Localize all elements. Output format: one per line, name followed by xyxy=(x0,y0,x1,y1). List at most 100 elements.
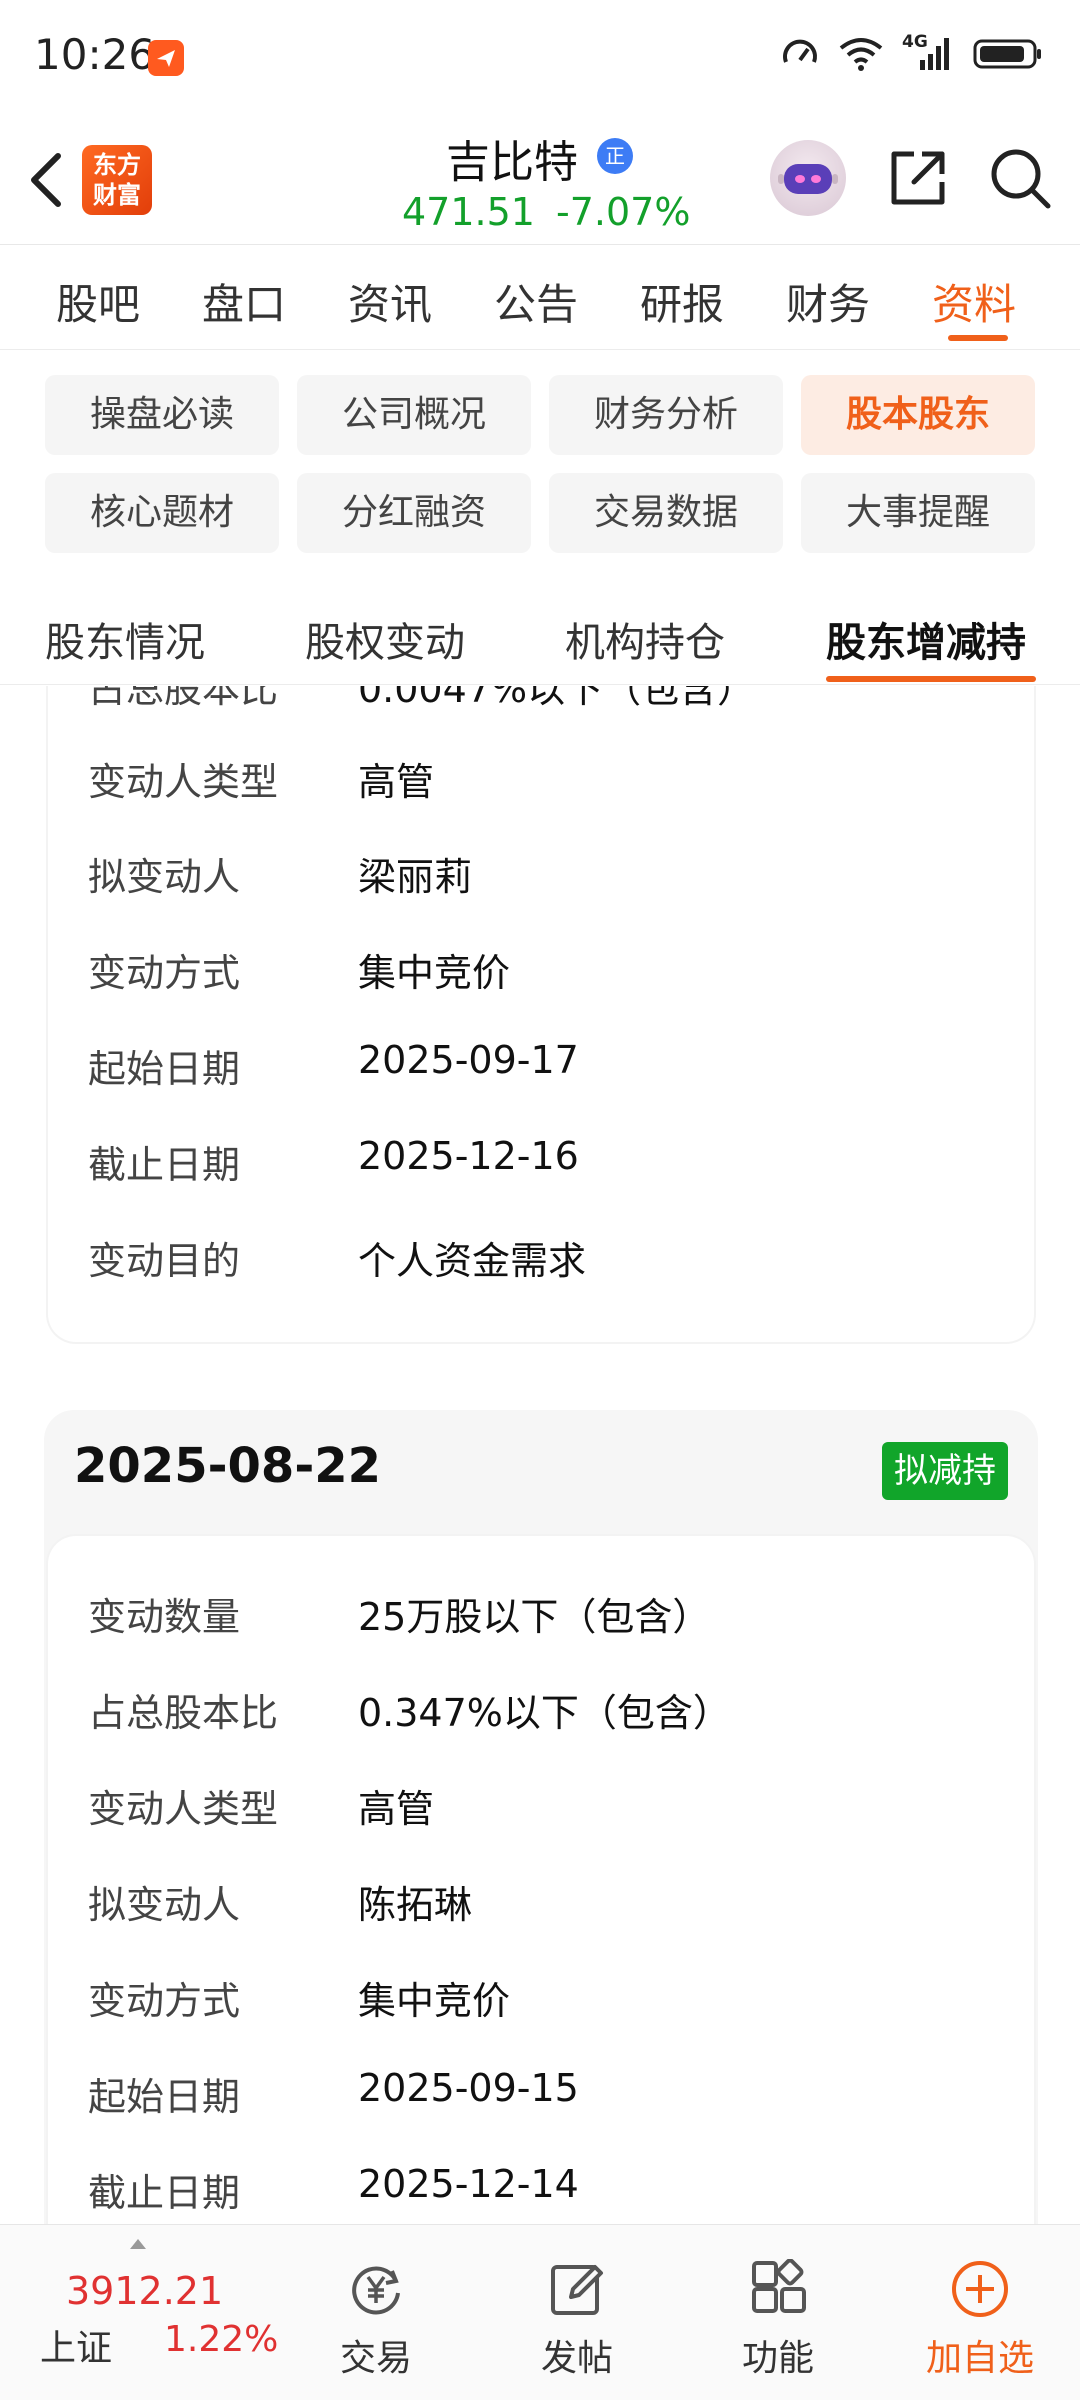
row-label: 变动人类型 xyxy=(88,760,279,804)
row-value: 陈拓琳 xyxy=(358,1883,473,1927)
tab-profile[interactable]: 资料 xyxy=(932,271,1016,332)
tab-finance[interactable]: 财务 xyxy=(786,271,870,332)
subtab-institutions[interactable]: 机构持仓 xyxy=(565,610,725,668)
app-logo: 东方 财富 xyxy=(82,145,152,215)
edit-icon xyxy=(551,2265,603,2315)
row-label: 变动目的 xyxy=(88,1239,241,1283)
content-scroll[interactable]: 占总股本比 0.0047%以下（包含） 变动人类型 高管 拟变动人 梁丽莉 变动… xyxy=(0,686,1080,2224)
sub-tabs: 股东情况 股权变动 机构持仓 股东增减持 xyxy=(0,590,1080,685)
yen-refresh-icon xyxy=(352,2266,400,2315)
up-arrow-icon xyxy=(130,2239,146,2249)
status-icons: 4G xyxy=(780,32,1044,74)
stock-change: -7.07% xyxy=(556,190,691,234)
subtab-active-indicator xyxy=(826,676,1036,682)
wifi-icon xyxy=(839,38,883,71)
logo-text-line: 财富 xyxy=(93,181,141,209)
record-date: 2025-08-22 xyxy=(74,1438,382,1494)
stock-name: 吉比特 xyxy=(446,137,578,188)
back-icon xyxy=(31,153,61,207)
plus-circle-icon xyxy=(952,2261,1008,2317)
share-button[interactable] xyxy=(886,146,950,210)
main-tabs: 股吧 盘口 资讯 公告 研报 财务 资料 xyxy=(0,245,1080,350)
back-button[interactable] xyxy=(20,148,76,212)
row-value: 2025-09-15 xyxy=(358,2066,579,2110)
functions-label: 功能 xyxy=(741,2338,814,2379)
battery-icon xyxy=(973,39,1041,69)
trade-label: 交易 xyxy=(339,2338,412,2379)
trade-button[interactable]: 交易 xyxy=(306,2225,446,2401)
record-row: 变动数量 25万股以下（包含） xyxy=(88,1586,988,1646)
grid-icon xyxy=(752,2259,806,2313)
post-label: 发帖 xyxy=(540,2338,613,2379)
index-change: 1.22% xyxy=(164,2319,279,2360)
tab-pankou[interactable]: 盘口 xyxy=(202,271,286,332)
chip-core-themes[interactable]: 核心题材 xyxy=(45,473,279,553)
chip-shareholders[interactable]: 股本股东 xyxy=(801,375,1035,455)
tab-news[interactable]: 资讯 xyxy=(348,271,432,332)
nav-header: 东方 财富 吉比特 正 471.51 -7.07% xyxy=(0,110,1080,245)
record-card: 占总股本比 0.0047%以下（包含） 变动人类型 高管 拟变动人 梁丽莉 变动… xyxy=(48,686,1034,1342)
subtab-holding-changes[interactable]: 股东增减持 xyxy=(826,610,1026,668)
chip-trading-guide[interactable]: 操盘必读 xyxy=(45,375,279,455)
subtab-shareholders[interactable]: 股东情况 xyxy=(45,610,205,668)
row-label: 变动方式 xyxy=(88,951,241,995)
logo-text-line: 东方 xyxy=(93,151,141,179)
row-value: 2025-12-14 xyxy=(358,2162,579,2206)
row-label: 变动人类型 xyxy=(88,1787,279,1831)
tab-announcements[interactable]: 公告 xyxy=(494,271,578,332)
record-row: 占总股本比 0.347%以下（包含） xyxy=(88,1682,988,1742)
record-tag: 拟减持 xyxy=(882,1442,1008,1500)
row-label: 拟变动人 xyxy=(88,1883,241,1927)
status-bar: 10:26 4G xyxy=(0,0,1080,110)
record-details: 变动数量 25万股以下（包含） 占总股本比 0.347%以下（包含） 变动人类型… xyxy=(48,1536,1034,2224)
row-value: 2025-12-16 xyxy=(358,1134,579,1178)
record-row: 变动人类型 高管 xyxy=(88,751,988,811)
share-icon xyxy=(891,151,945,205)
chip-financial-analysis[interactable]: 财务分析 xyxy=(549,375,783,455)
row-value: 25万股以下（包含） xyxy=(358,1595,711,1639)
row-label: 变动方式 xyxy=(88,1979,241,2023)
notification-app-icon xyxy=(148,40,184,76)
stock-badge: 正 xyxy=(597,138,633,174)
speed-icon xyxy=(783,39,817,63)
row-value: 梁丽莉 xyxy=(358,855,473,899)
row-value: 高管 xyxy=(358,760,435,804)
record-row: 变动方式 集中竞价 xyxy=(88,942,988,1002)
row-label: 占总股本比 xyxy=(88,686,279,711)
record-row: 截止日期 2025-12-14 xyxy=(88,2162,988,2222)
tab-active-indicator xyxy=(948,335,1008,341)
row-value: 0.347%以下（包含） xyxy=(358,1691,731,1735)
chip-events[interactable]: 大事提醒 xyxy=(801,473,1035,553)
row-value: 2025-09-17 xyxy=(358,1038,579,1082)
row-label: 截止日期 xyxy=(88,2171,241,2215)
subtab-equity-changes[interactable]: 股权变动 xyxy=(305,610,465,668)
search-button[interactable] xyxy=(988,146,1052,210)
record-row: 起始日期 2025-09-15 xyxy=(88,2066,988,2126)
row-label: 起始日期 xyxy=(88,2075,241,2119)
record-row: 起始日期 2025-09-17 xyxy=(88,1038,988,1098)
index-name: 上证 xyxy=(40,2328,113,2369)
record-row: 拟变动人 梁丽莉 xyxy=(88,846,988,906)
index-value: 3912.21 xyxy=(66,2269,224,2313)
post-button[interactable]: 发帖 xyxy=(507,2225,647,2401)
row-label: 拟变动人 xyxy=(88,855,241,899)
chip-company-overview[interactable]: 公司概况 xyxy=(297,375,531,455)
row-label: 截止日期 xyxy=(88,1143,241,1187)
record-row: 拟变动人 陈拓琳 xyxy=(88,1874,988,1934)
chip-dividends[interactable]: 分红融资 xyxy=(297,473,531,553)
record-row: 变动目的 个人资金需求 xyxy=(88,1230,988,1290)
row-value: 集中竞价 xyxy=(358,1979,511,2023)
tab-research[interactable]: 研报 xyxy=(640,271,724,332)
stock-price: 471.51 xyxy=(402,190,535,234)
record-row: 截止日期 2025-12-16 xyxy=(88,1134,988,1194)
ai-assistant-button[interactable] xyxy=(770,140,846,216)
row-label: 占总股本比 xyxy=(88,1691,279,1735)
tab-guba[interactable]: 股吧 xyxy=(56,271,140,332)
functions-button[interactable]: 功能 xyxy=(708,2225,848,2401)
chip-trading-data[interactable]: 交易数据 xyxy=(549,473,783,553)
row-value: 0.0047%以下（包含） xyxy=(358,686,756,711)
add-watchlist-button[interactable]: 加自选 xyxy=(910,2225,1050,2401)
record-row: 变动人类型 高管 xyxy=(88,1778,988,1838)
row-value: 个人资金需求 xyxy=(358,1239,587,1283)
row-value: 集中竞价 xyxy=(358,951,511,995)
